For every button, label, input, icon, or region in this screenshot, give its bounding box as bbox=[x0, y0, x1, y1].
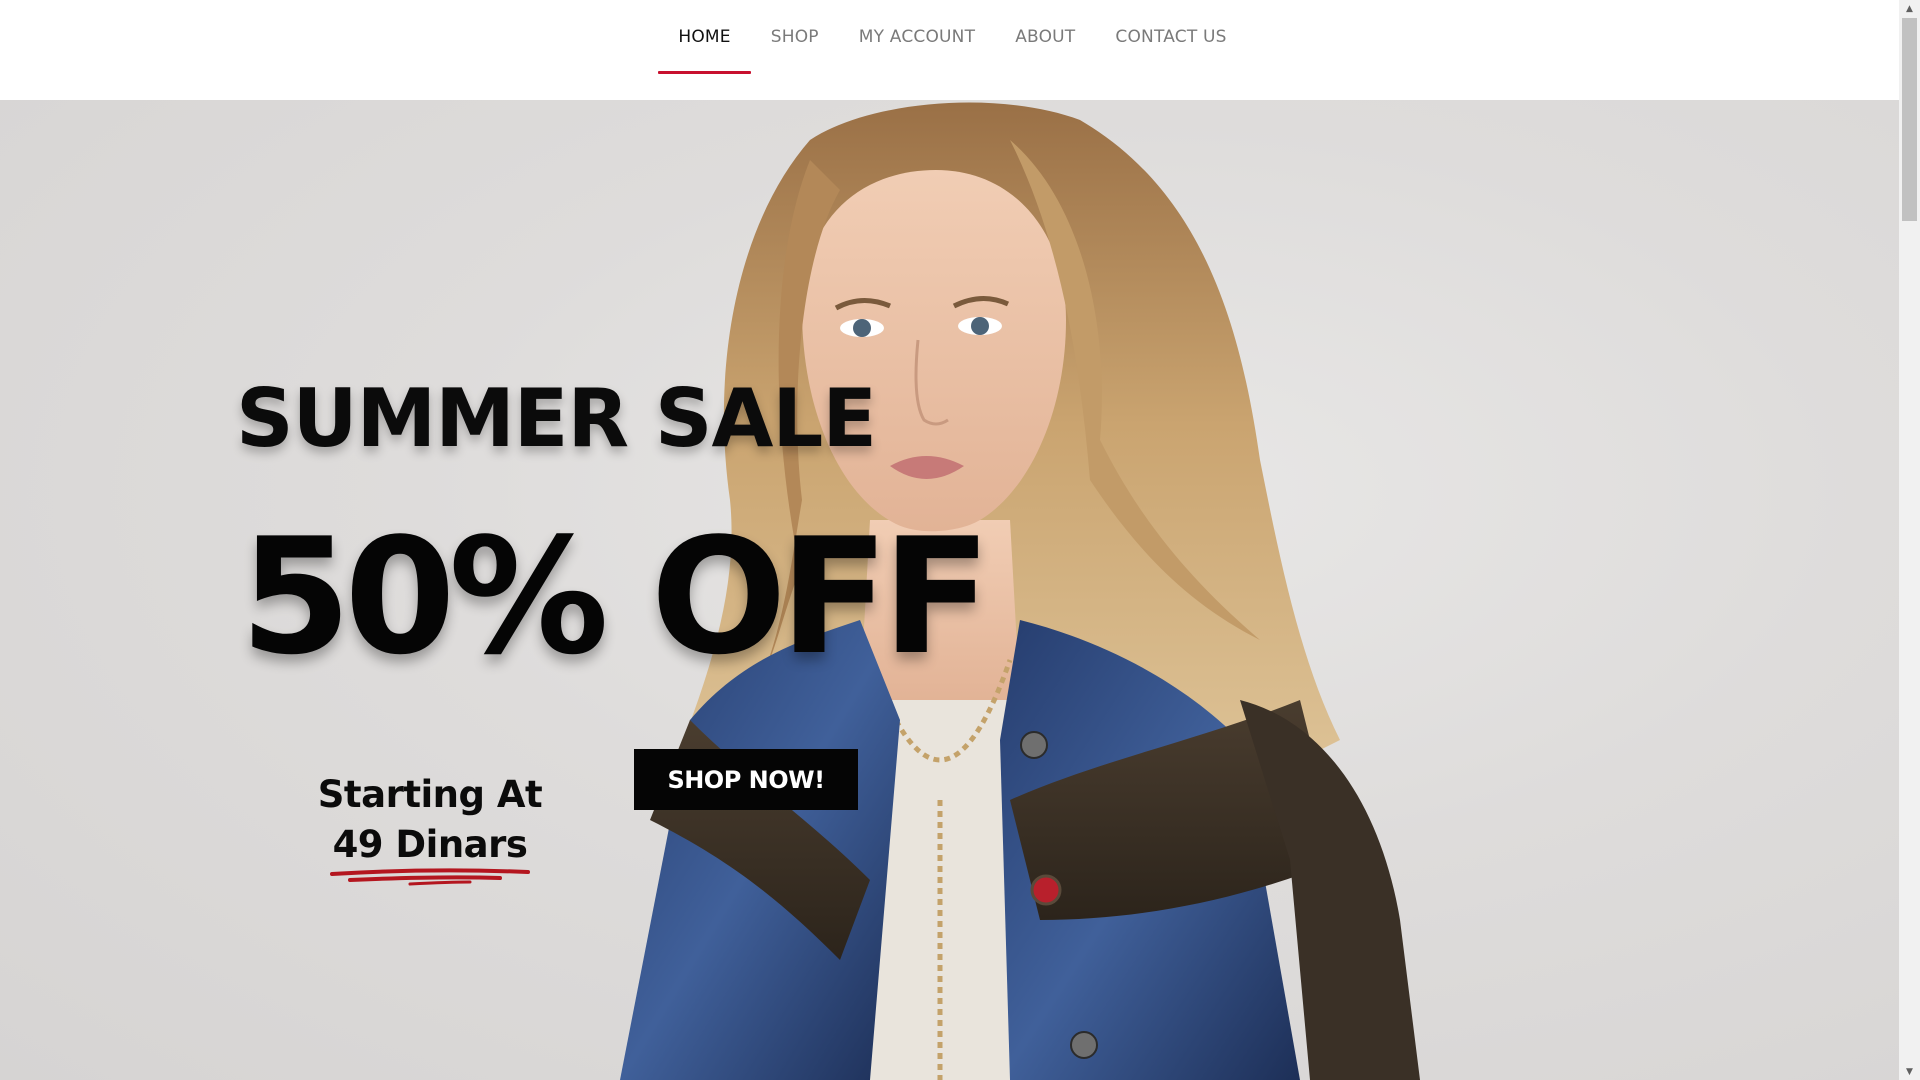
nav-list: HOME SHOP MY ACCOUNT ABOUT CONTACT US bbox=[658, 0, 1246, 74]
nav-active-underline bbox=[658, 71, 751, 74]
sale-title: SUMMER SALE bbox=[236, 372, 877, 465]
page: HOME SHOP MY ACCOUNT ABOUT CONTACT US SU… bbox=[0, 0, 1920, 1080]
price-block: Starting At 49 Dinars bbox=[310, 770, 550, 886]
main-nav: HOME SHOP MY ACCOUNT ABOUT CONTACT US bbox=[0, 0, 1899, 100]
vertical-scrollbar[interactable]: ▲ ▼ bbox=[1899, 0, 1920, 1080]
nav-item-contact-us[interactable]: CONTACT US bbox=[1095, 0, 1246, 74]
nav-item-my-account[interactable]: MY ACCOUNT bbox=[839, 0, 995, 74]
scroll-thumb[interactable] bbox=[1902, 18, 1917, 221]
scroll-up-icon[interactable]: ▲ bbox=[1899, 0, 1920, 17]
shop-now-button[interactable]: SHOP NOW! bbox=[634, 749, 858, 810]
hero-banner: SUMMER SALE 50% OFF Starting At 49 Dinar… bbox=[0, 100, 1899, 1080]
price-underline-brush bbox=[330, 868, 530, 886]
site-header: HOME SHOP MY ACCOUNT ABOUT CONTACT US bbox=[0, 0, 1899, 100]
nav-item-label: HOME bbox=[678, 27, 731, 47]
nav-item-label: CONTACT US bbox=[1115, 27, 1227, 47]
price-value: 49 Dinars bbox=[332, 823, 528, 866]
nav-item-label: ABOUT bbox=[1015, 27, 1076, 47]
starting-at-label: Starting At bbox=[317, 773, 543, 816]
nav-item-label: MY ACCOUNT bbox=[858, 27, 976, 47]
nav-item-home[interactable]: HOME bbox=[658, 0, 751, 74]
nav-item-about[interactable]: ABOUT bbox=[995, 0, 1095, 74]
nav-item-label: SHOP bbox=[770, 27, 819, 47]
nav-item-shop[interactable]: SHOP bbox=[751, 0, 839, 74]
discount-headline: 50% OFF bbox=[240, 503, 991, 690]
scroll-down-icon[interactable]: ▼ bbox=[1899, 1063, 1920, 1080]
